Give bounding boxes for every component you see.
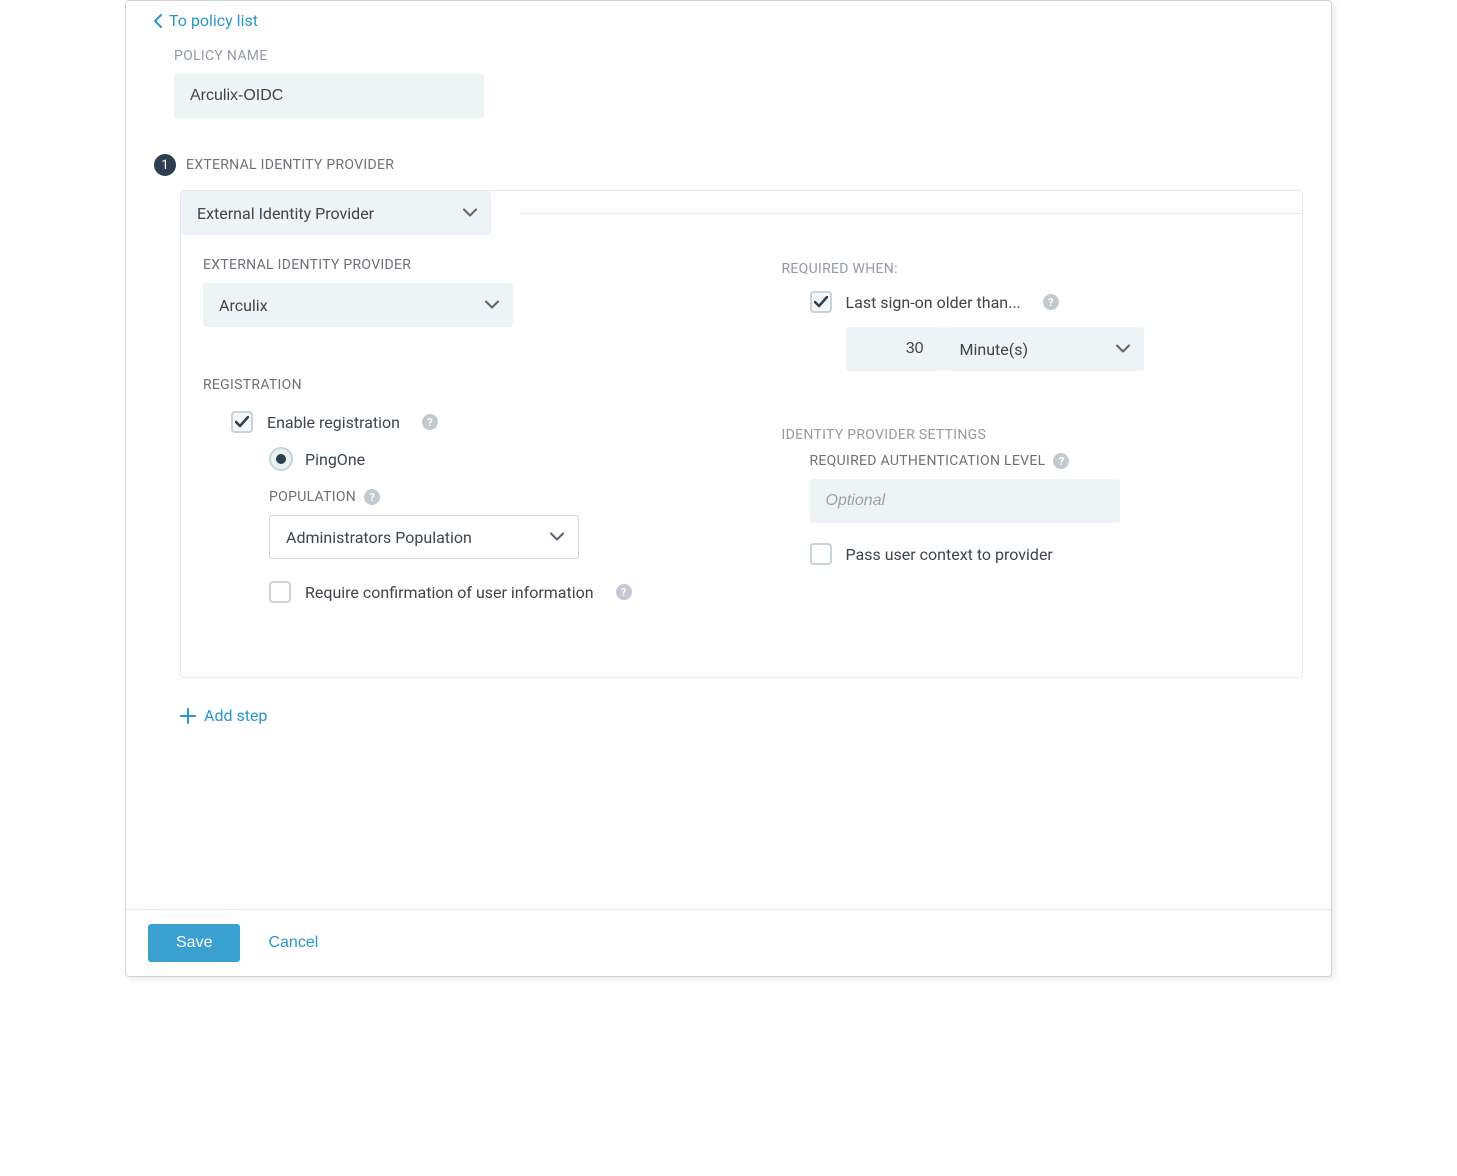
policy-name-input[interactable]	[174, 74, 484, 118]
chevron-down-icon	[550, 533, 564, 542]
policy-edit-panel: To policy list POLICY NAME 1 EXTERNAL ID…	[125, 0, 1332, 977]
enable-registration-checkbox[interactable]	[231, 411, 253, 433]
panel-footer: Save Cancel	[126, 909, 1331, 976]
check-icon	[235, 416, 249, 428]
help-icon[interactable]: ?	[364, 489, 380, 505]
step-type-value: External Identity Provider	[197, 204, 374, 223]
chevron-down-icon	[463, 209, 477, 218]
population-select[interactable]: Administrators Population	[269, 515, 579, 559]
check-icon	[814, 296, 828, 308]
duration-unit-select[interactable]: Minute(s)	[944, 327, 1144, 371]
help-icon[interactable]: ?	[422, 414, 438, 430]
step-1-header: 1 EXTERNAL IDENTITY PROVIDER	[154, 154, 1303, 176]
population-label: POPULATION	[269, 489, 356, 505]
pass-user-context-checkbox[interactable]	[810, 543, 832, 565]
external-idp-value: Arculix	[219, 296, 268, 315]
last-signon-checkbox[interactable]	[810, 291, 832, 313]
idp-settings-heading: IDENTITY PROVIDER SETTINGS	[782, 427, 1281, 443]
step-type-select[interactable]: External Identity Provider	[181, 191, 491, 235]
registration-heading: REGISTRATION	[203, 377, 702, 393]
pingone-radio-label: PingOne	[305, 450, 365, 469]
plus-icon	[180, 708, 196, 724]
help-icon[interactable]: ?	[1043, 294, 1059, 310]
step-right-column: REQUIRED WHEN: Last sign-on older than..…	[782, 257, 1281, 629]
policy-name-label: POLICY NAME	[174, 48, 1303, 64]
last-signon-label: Last sign-on older than...	[846, 293, 1021, 312]
panel-body: To policy list POLICY NAME 1 EXTERNAL ID…	[126, 1, 1331, 909]
help-icon[interactable]: ?	[1053, 453, 1069, 469]
add-step-button[interactable]: Add step	[180, 706, 267, 725]
back-to-policy-list-link[interactable]: To policy list	[154, 11, 258, 30]
pingone-radio[interactable]	[269, 447, 293, 471]
required-when-label: REQUIRED WHEN:	[782, 261, 1281, 277]
external-idp-label: EXTERNAL IDENTITY PROVIDER	[203, 257, 702, 273]
save-button[interactable]: Save	[148, 924, 240, 962]
chevron-left-icon	[154, 14, 163, 28]
back-link-label: To policy list	[169, 11, 258, 30]
enable-registration-label: Enable registration	[267, 413, 400, 432]
require-confirmation-label: Require confirmation of user information	[305, 583, 594, 602]
step-left-column: EXTERNAL IDENTITY PROVIDER Arculix REGIS…	[203, 257, 702, 629]
add-step-label: Add step	[204, 706, 267, 725]
duration-unit-value: Minute(s)	[960, 340, 1029, 359]
cancel-button[interactable]: Cancel	[268, 934, 318, 952]
step-1-title: EXTERNAL IDENTITY PROVIDER	[186, 157, 394, 173]
duration-value-input[interactable]	[846, 327, 944, 371]
external-idp-select[interactable]: Arculix	[203, 283, 513, 327]
step-number-badge: 1	[154, 154, 176, 176]
step-1-content: External Identity Provider EXTERNAL IDEN…	[180, 190, 1303, 678]
auth-level-label: REQUIRED AUTHENTICATION LEVEL	[810, 453, 1046, 469]
population-value: Administrators Population	[286, 528, 472, 547]
help-icon[interactable]: ?	[616, 584, 632, 600]
chevron-down-icon	[1116, 345, 1130, 354]
auth-level-input[interactable]	[810, 479, 1120, 523]
pass-user-context-label: Pass user context to provider	[846, 545, 1053, 564]
step-divider	[521, 213, 1302, 214]
chevron-down-icon	[485, 301, 499, 310]
require-confirmation-checkbox[interactable]	[269, 581, 291, 603]
